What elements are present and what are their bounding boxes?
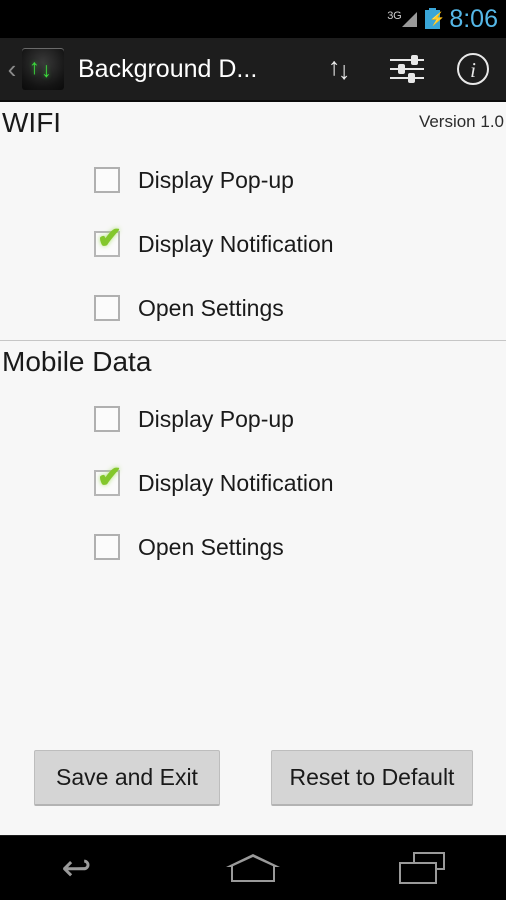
section-title: WIFI bbox=[2, 107, 62, 138]
background-data-app-icon[interactable]: ↑ ↓ bbox=[22, 48, 64, 90]
option-row-mobile-open-settings[interactable]: Open Settings bbox=[0, 515, 506, 579]
option-label: Display Notification bbox=[138, 469, 334, 496]
checkbox-mobile-display-notification[interactable]: ✔ bbox=[94, 463, 122, 496]
version-label: Version 1.0 bbox=[418, 112, 504, 131]
slider-track-1 bbox=[390, 59, 424, 61]
arrow-up-icon: ↑ bbox=[29, 56, 40, 79]
checkmark-icon: ✔ bbox=[97, 222, 123, 255]
page-title: Background D... bbox=[78, 56, 258, 82]
action-bar-actions: ↑ ↓ i bbox=[308, 38, 506, 100]
option-row-mobile-display-notification[interactable]: ✔ Display Notification bbox=[0, 451, 506, 515]
battery-charging-icon: ⚡ bbox=[425, 8, 446, 29]
signal-triangle-icon bbox=[402, 12, 418, 27]
section-header-wifi: WIFI Version 1.0 bbox=[0, 102, 506, 148]
checkbox-wifi-open-settings[interactable] bbox=[94, 295, 120, 321]
arrow-down-icon: ↓ bbox=[41, 59, 52, 82]
data-transfer-button[interactable]: ↑ ↓ bbox=[308, 38, 374, 100]
network-type-label: 3G bbox=[387, 10, 402, 22]
back-icon: ↩ bbox=[61, 850, 107, 886]
slider-knob-2 bbox=[398, 64, 405, 74]
button-bar: Save and Exit Reset to Default bbox=[0, 750, 506, 814]
slider-knob-1 bbox=[411, 55, 418, 65]
option-label: Display Pop-up bbox=[138, 166, 294, 193]
option-label: Open Settings bbox=[138, 533, 284, 560]
option-row-wifi-display-popup[interactable]: Display Pop-up bbox=[0, 148, 506, 212]
home-icon bbox=[225, 854, 280, 882]
status-bar: 3G ⚡ 8:06 bbox=[0, 0, 506, 38]
checkbox-wifi-display-notification[interactable]: ✔ bbox=[94, 224, 122, 257]
data-transfer-icon: ↑ ↓ bbox=[328, 53, 354, 85]
status-bar-clock: 8:06 bbox=[449, 4, 498, 33]
back-arrow-glyph: ↩ bbox=[61, 847, 92, 888]
checkmark-icon: ✔ bbox=[97, 461, 123, 494]
checkbox-wifi-display-popup[interactable] bbox=[94, 167, 120, 193]
info-button[interactable]: i bbox=[440, 38, 506, 100]
option-row-wifi-display-notification[interactable]: ✔ Display Notification bbox=[0, 212, 506, 276]
reset-to-default-button[interactable]: Reset to Default bbox=[271, 750, 473, 806]
nav-back-button[interactable]: ↩ bbox=[29, 836, 139, 900]
option-label: Open Settings bbox=[138, 294, 284, 321]
save-and-exit-button[interactable]: Save and Exit bbox=[34, 750, 220, 806]
checkbox-mobile-display-popup[interactable] bbox=[94, 406, 120, 432]
option-row-wifi-open-settings[interactable]: Open Settings bbox=[0, 276, 506, 340]
option-label: Display Pop-up bbox=[138, 405, 294, 432]
section-header-mobile-data: Mobile Data bbox=[0, 341, 506, 387]
home-walls bbox=[230, 866, 275, 882]
slider-knob-3 bbox=[408, 73, 415, 83]
action-bar: ‹ ↑ ↓ Background D... ↑ ↓ i bbox=[0, 38, 506, 102]
nav-home-button[interactable] bbox=[198, 836, 308, 900]
option-row-mobile-display-popup[interactable]: Display Pop-up bbox=[0, 387, 506, 451]
sliders-icon bbox=[390, 55, 424, 83]
settings-button[interactable] bbox=[374, 38, 440, 100]
nav-recents-button[interactable] bbox=[367, 836, 477, 900]
section-title: Mobile Data bbox=[2, 346, 152, 377]
up-caret-icon[interactable]: ‹ bbox=[4, 56, 20, 82]
transfer-arrow-down-icon: ↓ bbox=[338, 57, 351, 85]
charging-bolt-icon: ⚡ bbox=[429, 12, 445, 26]
info-icon: i bbox=[457, 53, 489, 85]
signal-indicator: 3G bbox=[387, 8, 418, 30]
option-label: Display Notification bbox=[138, 230, 334, 257]
checkbox-mobile-open-settings[interactable] bbox=[94, 534, 120, 560]
android-screen: 3G ⚡ 8:06 ‹ ↑ ↓ Background D... ↑ ↓ bbox=[0, 0, 506, 900]
slider-track-2 bbox=[390, 68, 424, 70]
navigation-bar: ↩ bbox=[0, 835, 506, 900]
settings-content: WIFI Version 1.0 Display Pop-up ✔ Displa… bbox=[0, 102, 506, 836]
recents-icon bbox=[398, 852, 445, 884]
slider-track-3 bbox=[390, 77, 424, 79]
recents-rect-front bbox=[398, 862, 437, 884]
